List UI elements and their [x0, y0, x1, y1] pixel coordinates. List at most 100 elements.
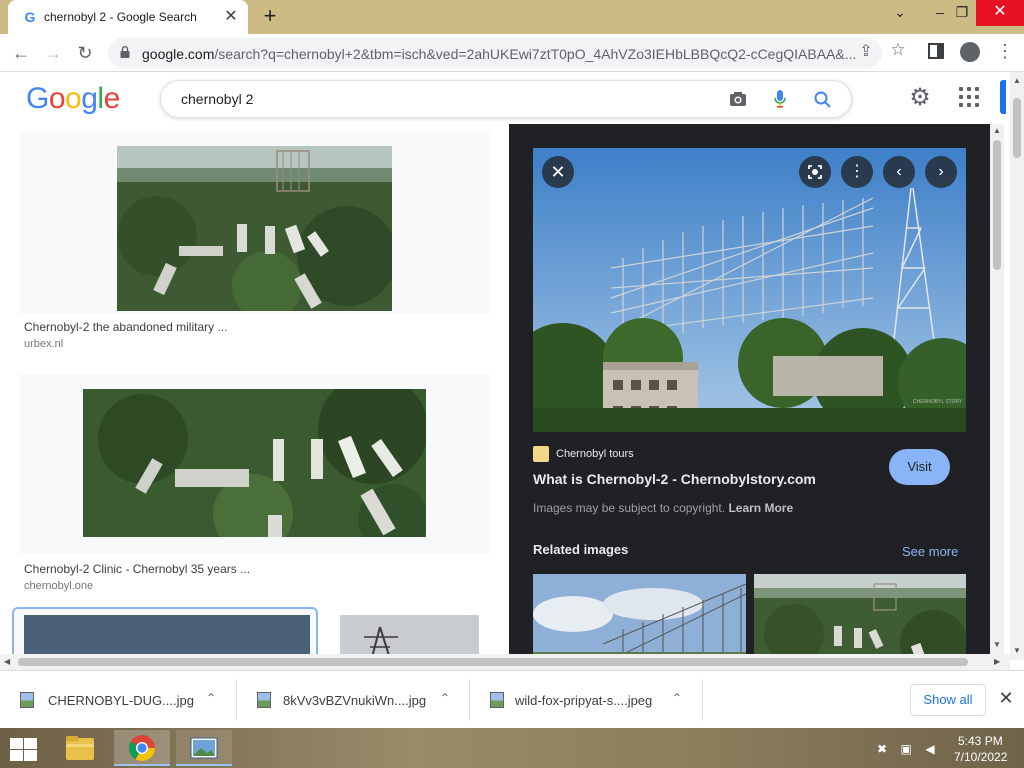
windows-taskbar: ✖ ▣ ◀ 5:43 PM 7/10/2022 — [0, 728, 1024, 768]
url-host: google.com — [142, 46, 215, 62]
chevron-up-icon[interactable]: ⌃ — [206, 691, 216, 705]
logo-letter: o — [65, 82, 82, 115]
result-thumbnail-image[interactable] — [83, 389, 426, 537]
reload-icon[interactable]: ↻ — [72, 40, 98, 66]
download-filename: CHERNOBYL-DUG....jpg — [48, 693, 194, 708]
result-thumbnail-image[interactable] — [24, 615, 310, 654]
logo-letter: o — [48, 82, 66, 115]
site-favicon-icon — [533, 446, 549, 462]
forward-arrow-icon[interactable]: → — [40, 40, 66, 66]
download-item[interactable]: wild-fox-pripyat-s....jpeg ⌃ — [470, 679, 703, 721]
result-thumbnail-image[interactable] — [340, 615, 479, 654]
related-image[interactable] — [533, 574, 746, 654]
google-favicon-icon: G — [24, 9, 36, 25]
side-panel-icon[interactable] — [928, 43, 944, 59]
back-arrow-icon[interactable]: ← — [8, 40, 34, 66]
learn-more-link[interactable]: Learn More — [728, 501, 793, 515]
see-more-link[interactable]: See more — [902, 544, 958, 559]
network-icon[interactable]: ▣ — [898, 742, 914, 756]
scroll-down-icon[interactable]: ▼ — [1013, 646, 1021, 655]
close-viewer-button[interactable]: ✕ — [542, 156, 574, 188]
tab-search-chevron-icon[interactable]: ⌄ — [880, 0, 920, 26]
download-filename: 8kVv3vBZVnukiWn....jpg — [283, 693, 427, 708]
site-name[interactable]: Chernobyl tours — [556, 448, 634, 460]
image-results-grid: Chernobyl-2 the abandoned military ... u… — [0, 124, 509, 654]
search-input[interactable]: chernobyl 2 — [181, 91, 253, 107]
downloads-bar: CHERNOBYL-DUG....jpg ⌃ 8kVv3vBZVnukiWn..… — [0, 670, 1024, 728]
kebab-menu-icon[interactable]: ⋮ — [996, 40, 1014, 62]
related-image[interactable] — [754, 574, 966, 654]
scroll-down-icon[interactable]: ▼ — [993, 640, 1001, 649]
page-vertical-scrollbar[interactable]: ▲ ▼ — [1010, 72, 1024, 660]
search-icon[interactable] — [813, 90, 833, 110]
file-explorer-icon[interactable] — [52, 730, 108, 766]
title-bar: G chernobyl 2 - Google Search ✕ + ⌄ – ❐ … — [0, 0, 1024, 34]
search-box[interactable]: chernobyl 2 — [160, 80, 852, 118]
camera-icon[interactable] — [729, 91, 747, 107]
battery-warning-icon[interactable]: ✖ — [874, 742, 890, 756]
page-headline-link[interactable]: What is Chernobyl-2 - Chernobylstory.com — [533, 471, 816, 487]
image-viewer-panel: CHERNOBYL STORY ✕ ⋮ ‹ › Chernobyl tours … — [509, 124, 990, 654]
panel-vertical-scrollbar[interactable]: ▲ ▼ — [990, 124, 1004, 654]
google-apps-icon[interactable] — [958, 86, 980, 108]
image-watermark: CHERNOBYL STORY — [913, 399, 963, 405]
bookmark-star-icon[interactable]: ☆ — [888, 40, 908, 60]
result-title[interactable]: Chernobyl-2 Clinic - Chernobyl 35 years … — [24, 562, 250, 576]
address-bar[interactable]: google.com/search?q=chernobyl+2&tbm=isch… — [108, 38, 882, 68]
browser-tab[interactable]: G chernobyl 2 - Google Search ✕ — [8, 0, 248, 34]
result-title[interactable]: Chernobyl-2 the abandoned military ... — [24, 320, 227, 334]
chrome-icon — [128, 735, 156, 762]
chevron-up-icon[interactable]: ⌃ — [672, 691, 682, 705]
google-lens-icon[interactable] — [799, 156, 831, 188]
lock-icon — [120, 46, 130, 58]
preview-image[interactable]: CHERNOBYL STORY — [533, 148, 966, 432]
result-source[interactable]: chernobyl.one — [24, 580, 93, 592]
previous-image-icon[interactable]: ‹ — [883, 156, 915, 188]
scroll-up-icon[interactable]: ▲ — [993, 126, 1001, 135]
show-all-downloads-button[interactable]: Show all — [910, 684, 986, 716]
more-options-icon[interactable]: ⋮ — [841, 156, 873, 188]
close-downloads-icon[interactable]: ✕ — [996, 688, 1016, 708]
url-text: google.com/search?q=chernobyl+2&tbm=isch… — [142, 46, 856, 62]
result-thumbnail-image[interactable] — [117, 146, 392, 311]
chrome-taskbar-icon[interactable] — [114, 730, 170, 766]
result-source[interactable]: urbex.nl — [24, 338, 63, 350]
url-path: /search?q=chernobyl+2&tbm=isch&ved=2ahUK… — [214, 46, 857, 62]
scroll-left-icon[interactable]: ◀ — [4, 657, 10, 666]
tab-title: chernobyl 2 - Google Search — [44, 10, 197, 24]
scrollbar-thumb[interactable] — [993, 140, 1001, 270]
chevron-up-icon[interactable]: ⌃ — [440, 691, 450, 705]
scrollbar-thumb[interactable] — [18, 658, 968, 666]
scrollbar-thumb[interactable] — [1013, 98, 1021, 158]
tab-close-icon[interactable]: ✕ — [222, 8, 240, 26]
download-filename: wild-fox-pripyat-s....jpeg — [515, 693, 653, 708]
result-thumbnail-selected[interactable] — [12, 607, 318, 654]
profile-avatar-icon[interactable] — [960, 42, 980, 62]
clock-date[interactable]: 7/10/2022 — [954, 750, 1007, 764]
download-item[interactable]: 8kVv3vBZVnukiWn....jpg ⌃ — [237, 679, 470, 721]
horizontal-scrollbar[interactable]: ◀ ▶ — [0, 654, 1010, 670]
google-logo[interactable]: Google — [26, 82, 120, 116]
settings-gear-icon[interactable]: ⚙ — [906, 84, 934, 112]
image-file-icon — [490, 692, 504, 708]
copyright-text: Images may be subject to copyright. — [533, 501, 726, 515]
photos-taskbar-icon[interactable] — [176, 730, 232, 766]
new-tab-button[interactable]: + — [258, 5, 282, 29]
share-icon[interactable]: ⇪ — [856, 41, 876, 61]
windows-start-icon[interactable] — [8, 736, 38, 762]
image-file-icon — [257, 692, 271, 708]
sign-in-button-edge[interactable] — [1000, 80, 1006, 114]
scroll-up-icon[interactable]: ▲ — [1013, 76, 1021, 85]
logo-letter: G — [26, 82, 49, 115]
window-close-button[interactable]: ✕ — [976, 0, 1024, 26]
download-item[interactable]: CHERNOBYL-DUG....jpg ⌃ — [0, 679, 237, 721]
clock-time[interactable]: 5:43 PM — [958, 734, 1003, 748]
logo-letter: e — [103, 82, 121, 115]
visit-button[interactable]: Visit — [889, 449, 950, 485]
volume-muted-icon[interactable]: ◀ — [922, 742, 938, 756]
photo-viewer-icon — [190, 737, 218, 759]
scroll-right-icon[interactable]: ▶ — [994, 657, 1000, 666]
google-header: Google chernobyl 2 ⚙ — [0, 72, 1010, 124]
microphone-icon[interactable] — [773, 89, 787, 109]
next-image-icon[interactable]: › — [925, 156, 957, 188]
